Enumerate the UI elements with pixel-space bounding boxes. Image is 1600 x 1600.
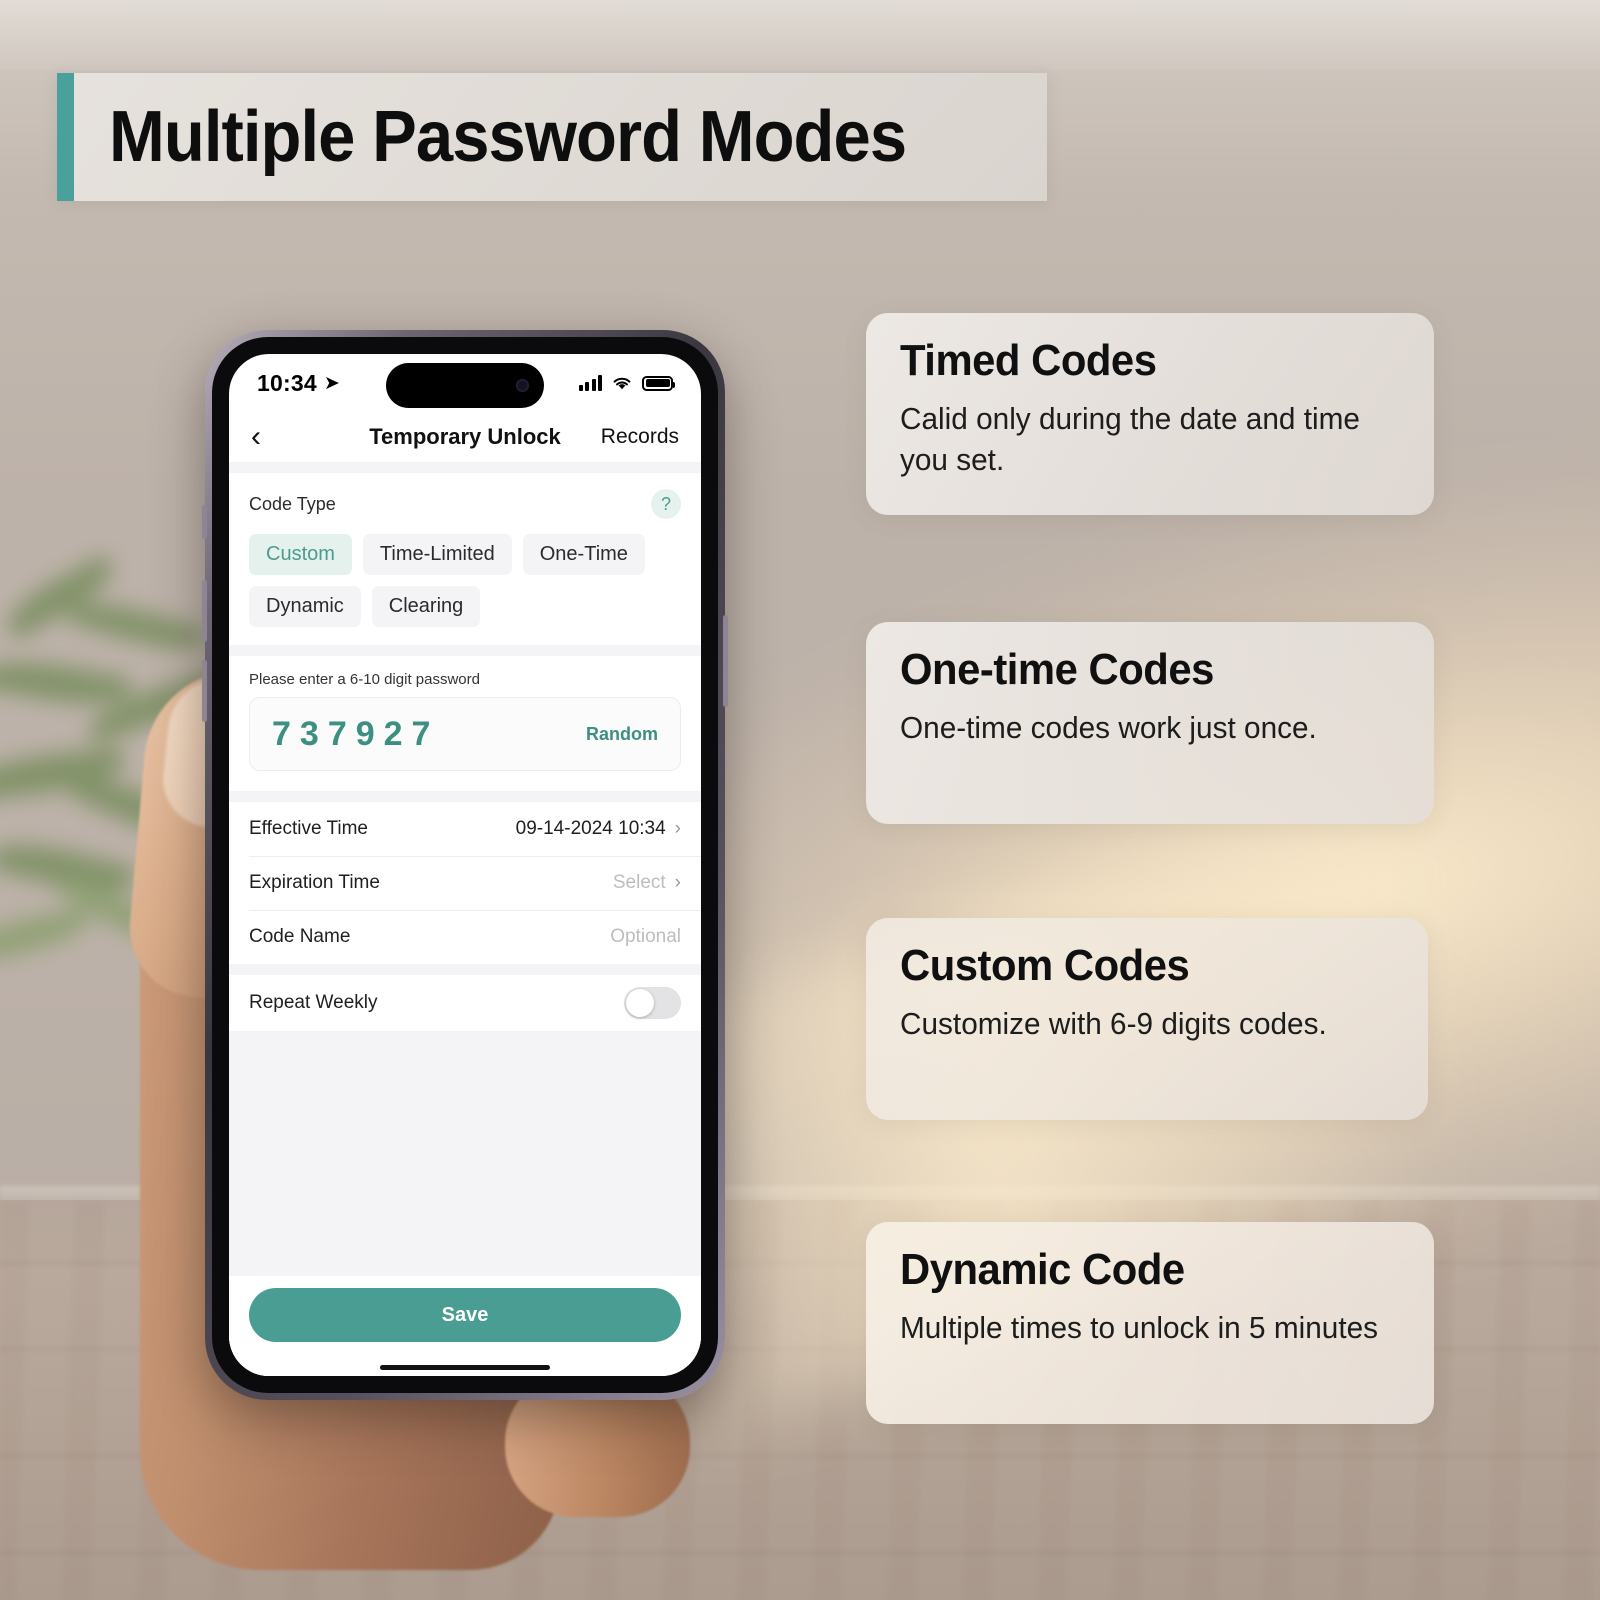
feature-body: One-time codes work just once.	[900, 710, 1317, 745]
row-code-name[interactable]: Code Name Optional	[229, 910, 701, 964]
phone-mockup: 10:34 ➤ ‹ Temporary Unlock Records Code …	[202, 330, 728, 1400]
wall-top-band	[0, 0, 1600, 70]
row-label: Effective Time	[249, 818, 368, 839]
row-label: Expiration Time	[249, 872, 380, 893]
row-label: Repeat Weekly	[249, 992, 378, 1013]
save-button[interactable]: Save	[249, 1288, 681, 1342]
phone-mute-switch[interactable]	[202, 505, 207, 539]
feature-card-dynamic-code: Dynamic Code Multiple times to unlock in…	[866, 1222, 1434, 1424]
row-repeat-weekly[interactable]: Repeat Weekly	[229, 975, 701, 1031]
feature-card-timed-codes: Timed Codes Calid only during the date a…	[866, 313, 1434, 515]
records-link[interactable]: Records	[601, 425, 679, 449]
location-arrow-icon: ➤	[323, 372, 340, 394]
code-type-chip-group: Custom Time-Limited One-Time Dynamic Cle…	[249, 534, 681, 627]
cellular-signal-icon	[578, 375, 602, 391]
row-value: 09-14-2024 10:34	[515, 818, 666, 839]
row-effective-time[interactable]: Effective Time 09-14-2024 10:34 ›	[229, 802, 701, 856]
random-password-button[interactable]: Random	[586, 724, 658, 745]
page-title: Multiple Password Modes	[109, 97, 907, 177]
save-button-container: Save	[229, 1276, 701, 1358]
wifi-icon	[613, 377, 631, 390]
code-type-chip-one-time[interactable]: One-Time	[522, 534, 645, 575]
chevron-right-icon: ›	[674, 818, 681, 839]
dynamic-island	[386, 363, 544, 408]
row-value: Optional	[610, 926, 681, 947]
section-gap	[229, 645, 701, 656]
status-time: 10:34	[257, 369, 317, 396]
settings-row-group: Effective Time 09-14-2024 10:34 › Expira…	[229, 802, 701, 964]
battery-icon	[642, 375, 675, 391]
password-value: 737927	[272, 714, 440, 753]
home-indicator	[229, 1358, 701, 1376]
feature-body: Multiple times to unlock in 5 minutes	[900, 1310, 1379, 1345]
feature-body: Customize with 6-9 digits codes.	[900, 1006, 1327, 1041]
phone-volume-up-button[interactable]	[202, 580, 207, 642]
phone-volume-down-button[interactable]	[202, 660, 207, 722]
front-camera-icon	[516, 379, 529, 392]
feature-card-custom-codes: Custom Codes Customize with 6-9 digits c…	[866, 918, 1428, 1120]
row-value: Select	[612, 872, 666, 893]
code-type-chip-time-limited[interactable]: Time-Limited	[362, 534, 512, 575]
question-mark-icon[interactable]: ?	[651, 489, 681, 519]
page-title-banner: Multiple Password Modes	[57, 73, 1047, 201]
section-gap	[229, 964, 701, 975]
feature-title: Dynamic Code	[900, 1245, 1185, 1294]
feature-title: One-time Codes	[900, 645, 1214, 694]
code-type-chip-clearing[interactable]: Clearing	[371, 586, 481, 627]
code-type-chip-dynamic[interactable]: Dynamic	[249, 586, 361, 627]
code-type-label: Code Type	[249, 493, 336, 514]
feature-body: Calid only during the date and time you …	[900, 401, 1360, 477]
content-filler	[229, 1031, 701, 1276]
password-hint: Please enter a 6-10 digit password	[249, 671, 480, 688]
row-label: Code Name	[249, 926, 351, 947]
feature-card-one-time-codes: One-time Codes One-time codes work just …	[866, 622, 1434, 824]
row-expiration-time[interactable]: Expiration Time Select ›	[229, 856, 701, 910]
repeat-weekly-toggle[interactable]	[624, 987, 681, 1019]
section-gap	[229, 791, 701, 802]
feature-title: Custom Codes	[900, 941, 1190, 990]
password-section: Please enter a 6-10 digit password 73792…	[229, 656, 701, 791]
status-bar: 10:34 ➤	[229, 354, 701, 412]
feature-title: Timed Codes	[900, 336, 1157, 385]
phone-power-button[interactable]	[723, 615, 728, 707]
back-chevron-icon[interactable]: ‹	[251, 422, 291, 452]
section-gap	[229, 462, 701, 473]
code-type-chip-custom[interactable]: Custom	[249, 534, 352, 575]
title-accent-bar	[57, 73, 74, 201]
phone-screen: 10:34 ➤ ‹ Temporary Unlock Records Code …	[229, 354, 701, 1376]
app-content: Code Type ? Custom Time-Limited One-Time…	[229, 462, 701, 1376]
repeat-weekly-section: Repeat Weekly	[229, 975, 701, 1031]
code-type-section: Code Type ? Custom Time-Limited One-Time…	[229, 473, 701, 645]
chevron-right-icon: ›	[674, 872, 681, 893]
app-navigation-bar: ‹ Temporary Unlock Records	[229, 412, 701, 462]
password-input[interactable]: 737927 Random	[249, 697, 681, 771]
